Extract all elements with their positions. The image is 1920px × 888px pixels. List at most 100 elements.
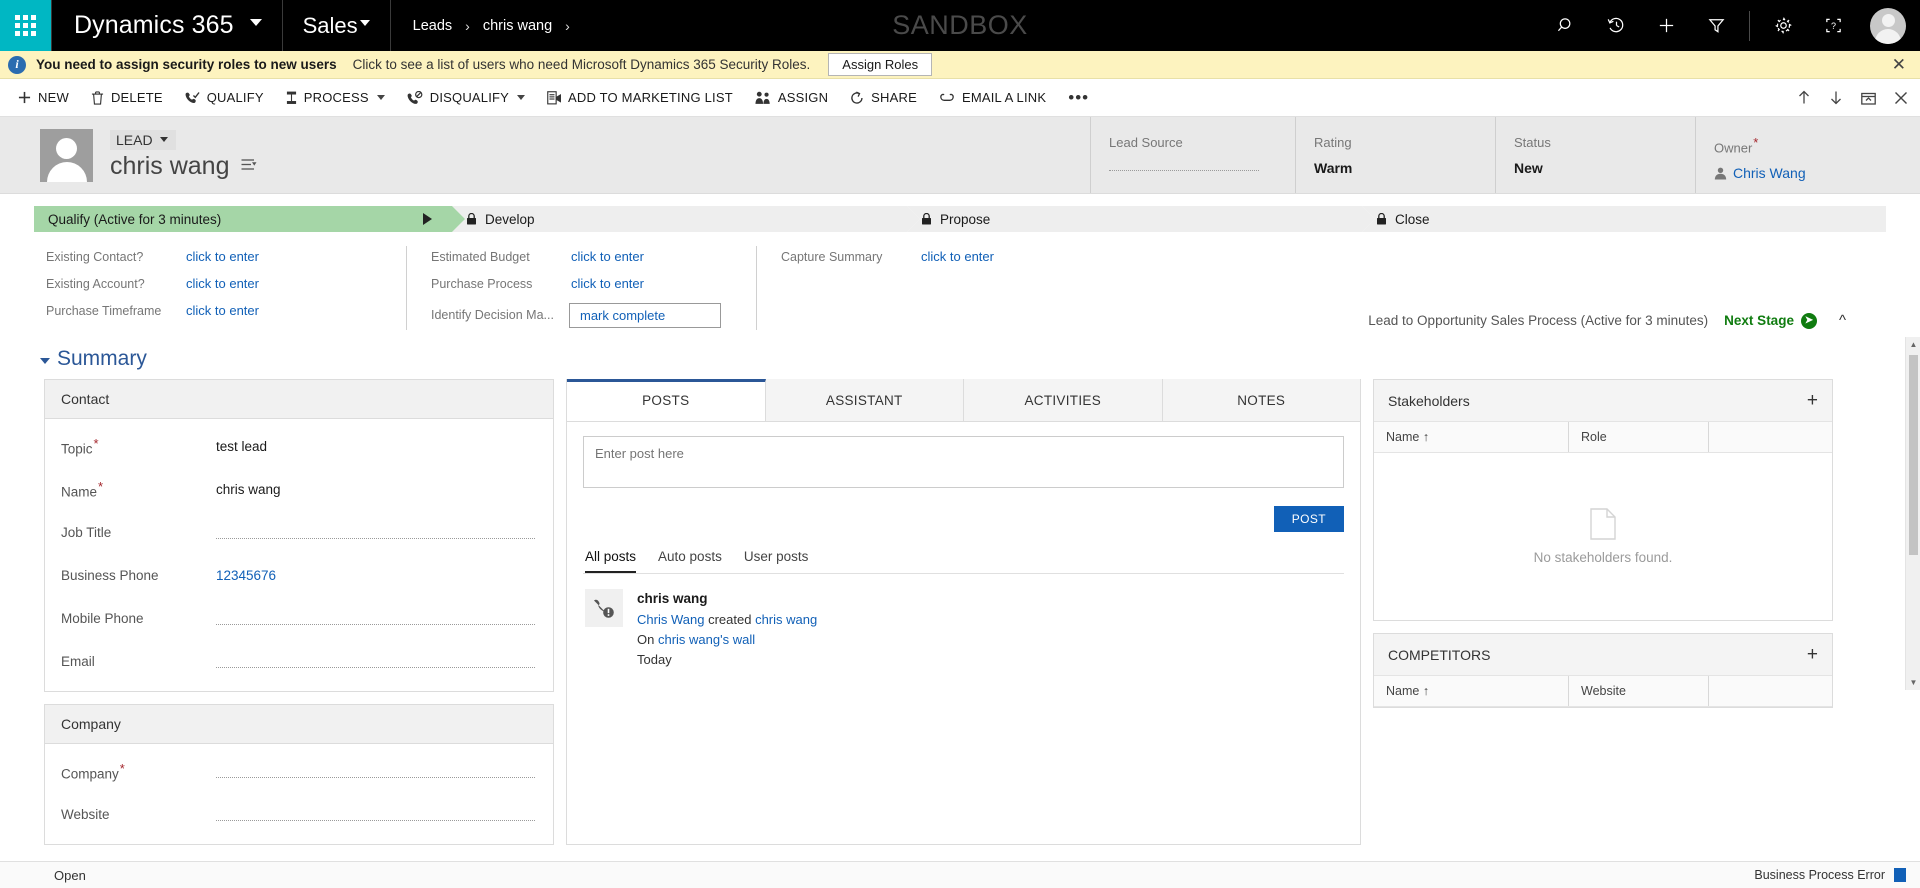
app-area-title[interactable]: Sales [283,13,358,39]
chevron-down-icon[interactable] [517,95,526,100]
command-overflow-button[interactable]: ••• [1068,88,1089,108]
column-header-blank[interactable] [1709,676,1832,706]
share-button[interactable]: SHARE [850,90,917,105]
advanced-find-icon[interactable] [1691,0,1741,51]
disqualify-button[interactable]: DISQUALIFY [407,90,526,105]
tab-posts[interactable]: POSTS [567,379,766,421]
qualify-button-label: QUALIFY [206,90,264,105]
post-button[interactable]: POST [1273,506,1344,532]
plus-icon[interactable]: + [1807,645,1818,664]
assign-button[interactable]: ASSIGN [755,90,828,105]
quick-create-icon[interactable] [1641,0,1691,51]
bpf-field-value[interactable]: click to enter [186,249,259,264]
field-value-empty[interactable] [216,656,535,668]
tab-activities[interactable]: ACTIVITIES [964,379,1163,421]
bpf-field-value[interactable]: click to enter [186,276,259,291]
feed-target[interactable]: chris wang [755,612,817,627]
bpf-stage-label: Close [1395,211,1430,227]
bpf-stage-qualify[interactable]: Qualify (Active for 3 minutes) [34,206,465,232]
delete-button[interactable]: DELETE [91,90,163,105]
header-field-empty-value[interactable] [1109,160,1259,171]
help-icon[interactable]: ? [1808,0,1858,51]
business-process-error-label: Business Process Error [1754,868,1885,882]
field-website: Website [45,793,553,836]
bpf-field-value[interactable]: click to enter [186,303,259,318]
filter-user-posts[interactable]: User posts [744,549,809,573]
form-scrollbar[interactable]: ▲ ▼ [1905,337,1920,690]
field-value-empty[interactable] [216,613,535,625]
recent-history-icon[interactable] [1591,0,1641,51]
post-input[interactable] [583,436,1344,488]
user-avatar[interactable] [1870,7,1906,44]
header-field-value[interactable]: New [1514,160,1695,176]
field-value[interactable]: chris wang [216,482,535,497]
save-icon[interactable] [1894,868,1906,882]
bpf-stage-close[interactable]: Close [1362,206,1886,232]
close-icon[interactable] [1894,91,1908,105]
delete-button-label: DELETE [110,90,163,105]
list-item: chris wang Chris Wang created chris wang… [583,574,1344,670]
add-to-marketing-list-button[interactable]: ADD TO MARKETING LIST [547,90,733,105]
mark-complete-field[interactable]: mark complete [569,302,721,328]
entity-type-selector[interactable]: LEAD [110,129,176,150]
field-value[interactable]: 12345676 [216,568,535,583]
feed-actor[interactable]: Chris Wang [637,612,704,627]
breadcrumb-item-record[interactable]: chris wang [483,18,552,34]
stage-play-icon [423,213,432,225]
email-a-link-button[interactable]: EMAIL A LINK [939,90,1046,105]
bpf-stage-develop[interactable]: Develop [452,206,920,232]
brand-chevron-down-icon[interactable] [249,19,262,26]
header-field-value[interactable]: Warm [1314,160,1495,176]
lock-icon [1376,213,1387,225]
scroll-down-icon[interactable]: ▼ [1906,675,1920,690]
scroll-up-icon[interactable]: ▲ [1906,337,1920,352]
tab-notes[interactable]: NOTES [1162,379,1360,421]
field-value-empty[interactable] [216,809,535,821]
bpf-field-label: Purchase Timeframe [46,303,162,318]
process-button[interactable]: PROCESS [286,90,385,105]
field-value-empty[interactable] [216,527,535,539]
move-down-icon[interactable] [1829,90,1843,105]
column-header-name[interactable]: Name ↑ [1374,676,1569,706]
chevron-down-icon[interactable] [376,95,385,100]
new-button[interactable]: NEW [18,90,69,105]
qualify-button[interactable]: QUALIFY [185,90,264,105]
column-header-role[interactable]: Role [1569,422,1709,452]
column-header-name[interactable]: Name ↑ [1374,422,1569,452]
bpf-field-value[interactable]: click to enter [571,276,644,291]
move-up-icon[interactable] [1797,90,1811,105]
field-value-empty[interactable] [216,766,535,778]
record-identity: LEAD chris wang [0,117,1090,193]
entity-type-label: LEAD [116,131,153,148]
breadcrumb-item-leads[interactable]: Leads [413,18,453,34]
lead-avatar [40,128,93,182]
app-launcher-button[interactable] [0,0,51,51]
assign-roles-button[interactable]: Assign Roles [828,53,933,76]
bpf-field-value[interactable]: click to enter [571,249,644,264]
field-email: Email [45,640,553,683]
popout-icon[interactable] [1861,91,1876,105]
field-value[interactable]: test lead [216,439,535,454]
field-label: Business Phone [61,568,159,583]
filter-all-posts[interactable]: All posts [585,549,637,573]
settings-gear-icon[interactable] [1758,0,1808,51]
header-field-label: Owner* [1714,135,1920,155]
summary-section-title[interactable]: Summary [0,337,1920,379]
column-header-website[interactable]: Website [1569,676,1709,706]
form-selector-icon[interactable] [241,158,257,175]
close-icon[interactable]: ✕ [1892,56,1906,73]
scrollbar-thumb[interactable] [1909,355,1918,555]
area-chevron-down-icon[interactable] [359,19,370,26]
bpf-stage-propose[interactable]: Propose [907,206,1375,232]
tab-assistant[interactable]: ASSISTANT [765,379,964,421]
owner-value[interactable]: Chris Wang [1714,165,1920,181]
feed-wall-target[interactable]: chris wang's wall [658,632,755,647]
column-header-blank[interactable] [1709,422,1832,452]
bpf-field-value[interactable]: click to enter [921,249,994,264]
header-field-owner: Owner* Chris Wang [1695,117,1920,193]
filter-auto-posts[interactable]: Auto posts [658,549,722,573]
search-icon[interactable] [1541,0,1591,51]
field-mobile-phone: Mobile Phone [45,597,553,640]
plus-icon[interactable]: + [1807,391,1818,410]
owner-link[interactable]: Chris Wang [1733,165,1806,181]
